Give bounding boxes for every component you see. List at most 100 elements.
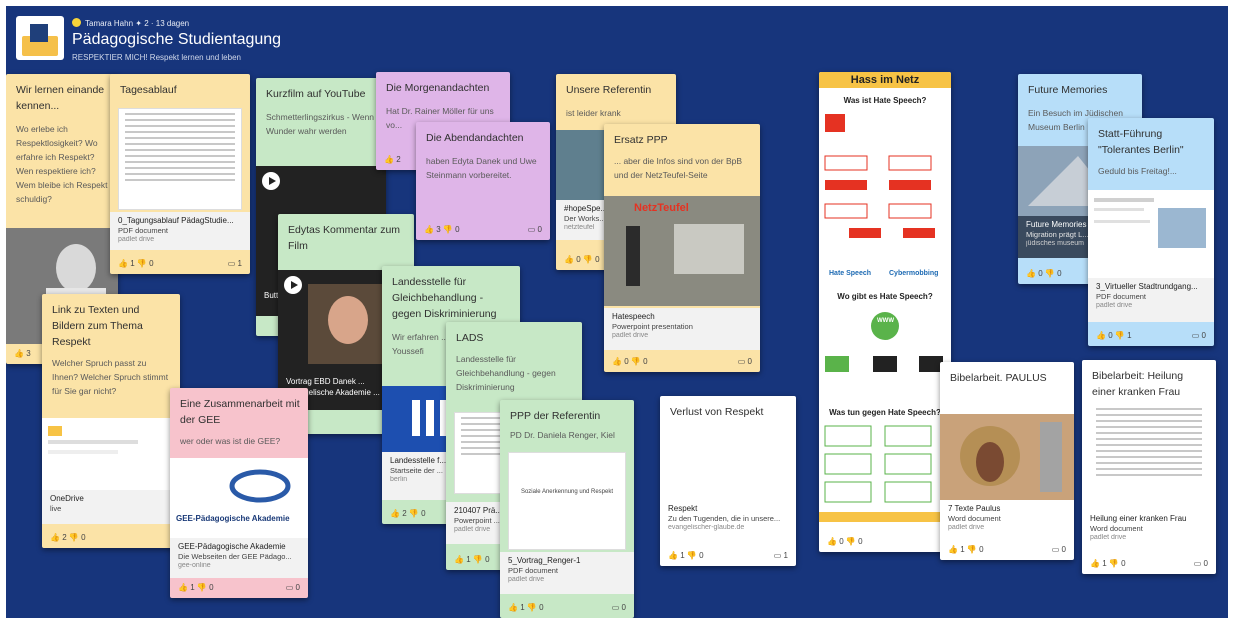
comment-icon[interactable]: ▭	[612, 603, 620, 612]
post-title: Kurzfilm auf YouTube	[266, 88, 366, 100]
word-preview	[1090, 404, 1208, 504]
www-label: WWW	[877, 318, 894, 324]
like-icon[interactable]: 👍	[14, 349, 24, 358]
attachment[interactable]: OneDrive live	[42, 490, 180, 524]
like-icon[interactable]: 👍	[564, 255, 574, 264]
post-tagesablauf[interactable]: Tagesablauf 0_Tagungsablauf PädagStudie.…	[110, 74, 250, 274]
dislike-icon[interactable]: 👎	[967, 545, 977, 554]
comment-icon[interactable]: ▭	[286, 583, 294, 592]
dislike-icon[interactable]: 👎	[69, 533, 79, 542]
comment-icon[interactable]: ▭	[774, 551, 782, 560]
comment-icon[interactable]: ▭	[528, 225, 536, 234]
post-title: Ersatz PPP	[614, 134, 668, 146]
post-statt-fuehrung[interactable]: Statt-Führung "Tolerantes Berlin" Geduld…	[1088, 118, 1214, 346]
attachment[interactable]: GEE-Pädagogische Akademie Die Webseiten …	[170, 538, 308, 578]
post-footer: 👍 3 👎 0 ▭ 0	[424, 225, 542, 234]
what-to-do-graphic	[824, 425, 932, 503]
attachment[interactable]: 3_Virtueller Stadtrundgang... PDF docume…	[1088, 278, 1214, 322]
author-avatar	[72, 18, 81, 27]
post-link-texten[interactable]: Link zu Texten und Bildern zum Thema Res…	[42, 294, 180, 548]
comment-icon[interactable]: ▭	[228, 259, 236, 268]
dislike-icon[interactable]: 👎	[1115, 331, 1125, 340]
post-title: Eine Zusammenarbeit mit der GEE	[180, 398, 300, 426]
infographic-title: Hass im Netz	[850, 74, 920, 86]
comment-icon[interactable]: ▭	[1052, 545, 1060, 554]
attachment[interactable]: 7 Texte Paulus Word document padlet driv…	[940, 500, 1074, 540]
netzteufel-image: NetzTeufel	[604, 196, 760, 306]
post-footer: 👍 2 👎 0	[50, 533, 86, 542]
like-icon[interactable]: 👍	[454, 555, 464, 564]
like-icon[interactable]: 👍	[668, 551, 678, 560]
post-title: Statt-Führung "Tolerantes Berlin"	[1098, 128, 1184, 156]
like-icon[interactable]: 👍	[390, 509, 400, 518]
post-title: Bibelarbeit: Heilung einer kranken Frau	[1092, 370, 1184, 398]
dislike-icon[interactable]: 👎	[527, 603, 537, 612]
dislike-icon[interactable]: 👎	[1045, 269, 1055, 278]
post-footer: 👍 1 👎 0 ▭ 0	[508, 603, 626, 612]
dislike-icon[interactable]: 👎	[443, 225, 453, 234]
comment-icon[interactable]: ▭	[1194, 559, 1202, 568]
post-meta: ✦ 2 · 13 dagen	[135, 19, 190, 28]
post-title: Link zu Texten und Bildern zum Thema Res…	[52, 304, 143, 348]
play-icon[interactable]	[262, 172, 280, 190]
post-body: Welcher Spruch passt zu Ihnen? Welcher S…	[52, 358, 169, 396]
post-title: Unsere Referentin	[566, 84, 652, 96]
post-body: Landesstelle für Gleichbehandlung - gege…	[456, 354, 556, 392]
like-icon[interactable]: 👍	[1026, 269, 1036, 278]
post-title: Die Abendandachten	[426, 132, 524, 144]
post-title: Bibelarbeit. PAULUS	[950, 372, 1047, 384]
dislike-icon[interactable]: 👎	[197, 583, 207, 592]
like-icon[interactable]: 👍	[827, 537, 837, 546]
dislike-icon[interactable]: 👎	[1109, 559, 1119, 568]
paulus-mosaic-image	[940, 414, 1074, 500]
play-icon[interactable]	[284, 276, 302, 294]
post-body: Geduld bis Freitag!...	[1098, 166, 1177, 176]
attachment[interactable]: Hatespeech Powerpoint presentation padle…	[604, 308, 760, 350]
post-hass-im-netz[interactable]: Hass im Netz Was ist Hate Speech? Hate S…	[819, 72, 951, 552]
post-ppp-referentin[interactable]: PPP der Referentin PD Dr. Daniela Renger…	[500, 400, 634, 618]
dislike-icon[interactable]: 👎	[583, 255, 593, 264]
post-title: PPP der Referentin	[510, 410, 601, 422]
stadtrundgang-preview	[1088, 190, 1214, 278]
post-abendandachten[interactable]: Die Abendandachten haben Edyta Danek und…	[416, 122, 550, 240]
pdf-preview	[118, 108, 242, 210]
like-icon[interactable]: 👍	[1090, 559, 1100, 568]
post-bibelarbeit-paulus[interactable]: Bibelarbeit. PAULUS 7 Texte Paulus Word …	[940, 362, 1074, 560]
post-ersatz-ppp[interactable]: Ersatz PPP ... aber die Infos sind von d…	[604, 124, 760, 372]
dislike-icon[interactable]: 👎	[687, 551, 697, 560]
post-title: Die Morgenandachten	[386, 82, 490, 94]
post-title: Verlust von Respekt	[670, 406, 764, 418]
dislike-icon[interactable]: 👎	[846, 537, 856, 546]
post-body: ... aber die Infos sind von der BpB und …	[614, 156, 743, 180]
infographic-heading-3: Was tun gegen Hate Speech?	[829, 408, 941, 417]
dislike-icon[interactable]: 👎	[473, 555, 483, 564]
comment-icon[interactable]: ▭	[1192, 331, 1200, 340]
attachment[interactable]: 0_Tagungsablauf PädagStudie... PDF docum…	[110, 212, 250, 250]
dislike-icon[interactable]: 👎	[409, 509, 419, 518]
post-footer: 👍 1 👎 0 ▭ 0	[178, 583, 300, 592]
like-icon[interactable]: 👍	[1096, 331, 1106, 340]
post-zusammenarbeit-gee[interactable]: Eine Zusammenarbeit mit der GEE wer oder…	[170, 388, 308, 598]
post-title: Edytas Kommentar zum Film	[288, 224, 401, 252]
dislike-icon[interactable]: 👎	[631, 357, 641, 366]
like-icon[interactable]: 👍	[178, 583, 188, 592]
dislike-icon[interactable]: 👎	[137, 259, 147, 268]
like-icon[interactable]: 👍	[612, 357, 622, 366]
onedrive-preview	[42, 418, 180, 490]
like-icon[interactable]: 👍	[118, 259, 128, 268]
like-icon[interactable]: 👍	[50, 533, 60, 542]
post-title: Landesstelle für Gleichbehandlung - gege…	[392, 276, 497, 320]
post-verlust-respekt[interactable]: Verlust von Respekt Respekt Zu den Tugen…	[660, 396, 796, 566]
like-icon[interactable]: 👍	[948, 545, 958, 554]
author-name: Tamara Hahn	[85, 19, 134, 28]
post-body: Wo erlebe ich Respektlosigkeit? Wo erfah…	[16, 124, 108, 204]
like-icon[interactable]: 👍	[424, 225, 434, 234]
like-icon[interactable]: 👍	[384, 155, 394, 164]
post-body: wer oder was ist die GEE?	[180, 436, 281, 446]
attachment[interactable]: 5_Vortrag_Renger-1 PDF document padlet d…	[500, 552, 634, 594]
attachment[interactable]: Respekt Zu den Tugenden, die in unsere..…	[660, 500, 796, 542]
like-icon[interactable]: 👍	[508, 603, 518, 612]
comment-icon[interactable]: ▭	[738, 357, 746, 366]
attachment[interactable]: Heilung einer kranken Frau Word document…	[1082, 510, 1216, 550]
post-bibelarbeit-heilung[interactable]: Bibelarbeit: Heilung einer kranken Frau …	[1082, 360, 1216, 574]
